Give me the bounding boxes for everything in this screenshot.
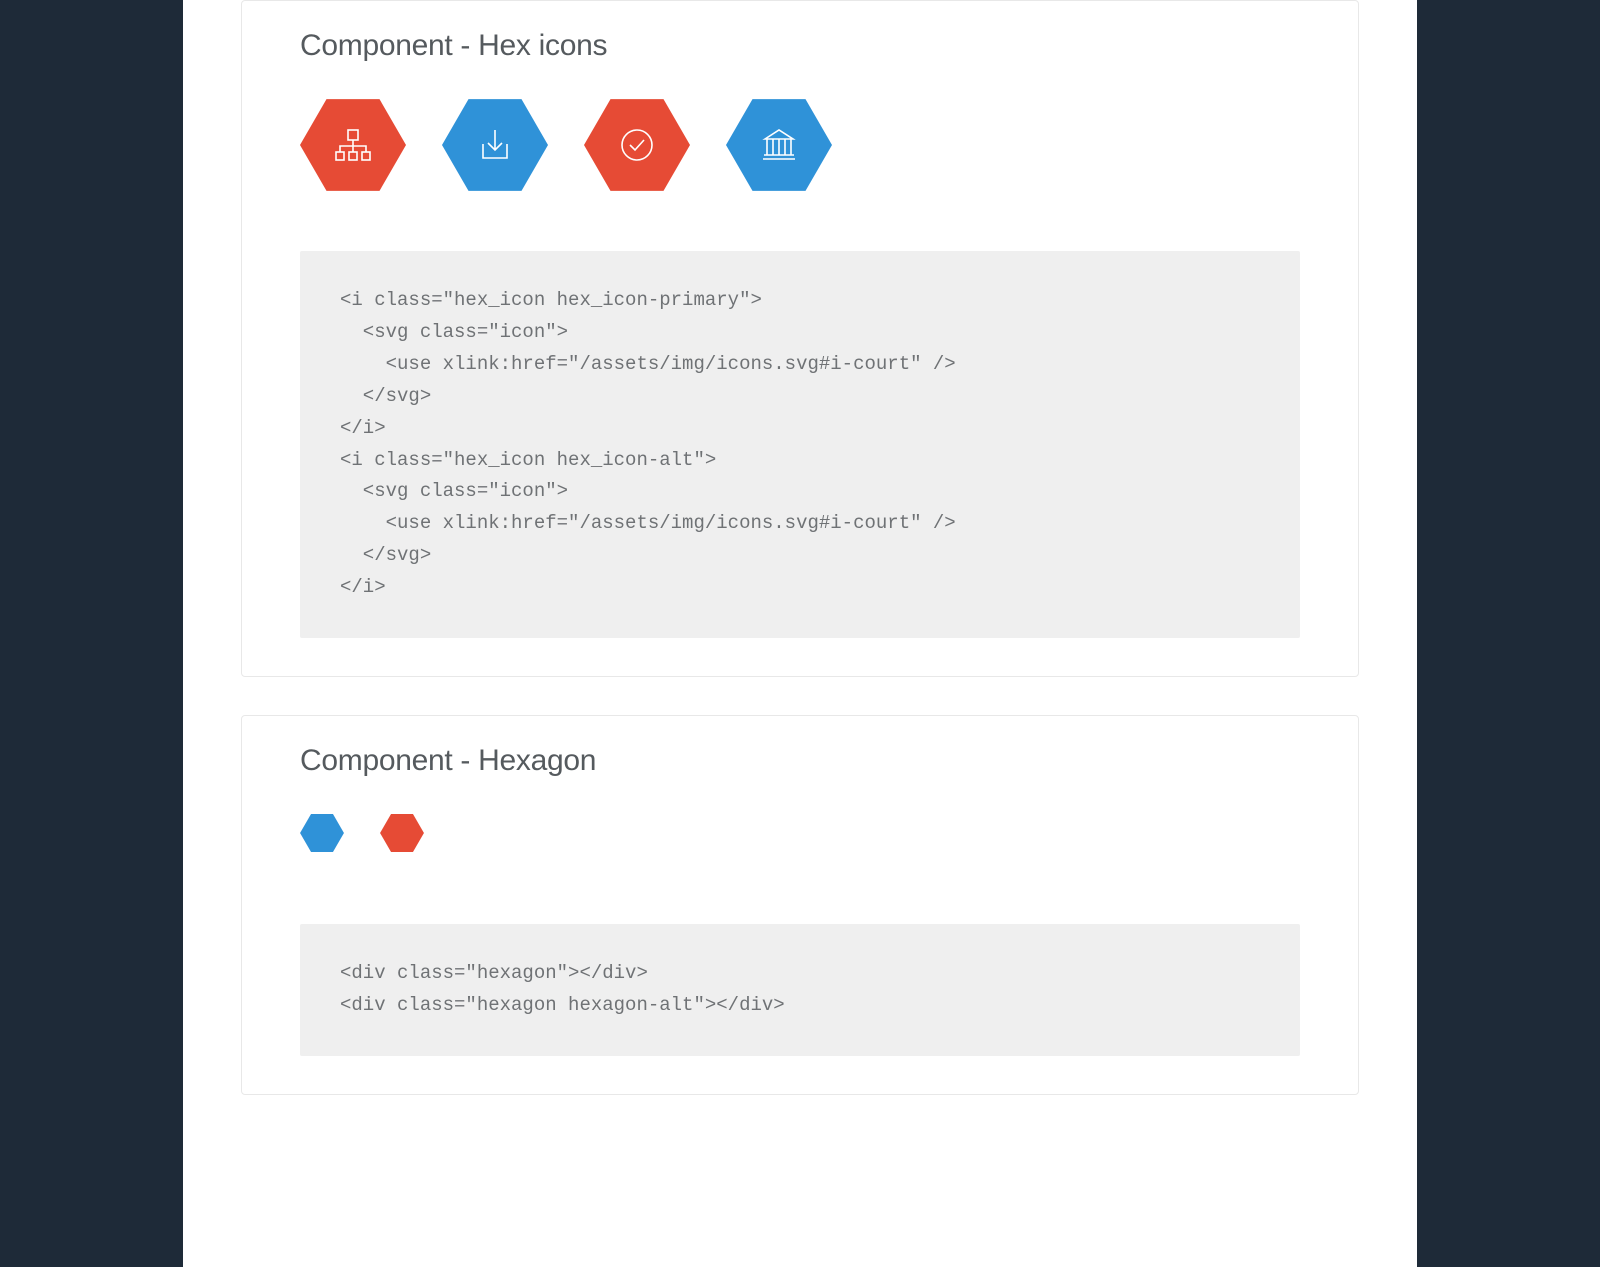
check-circle-icon bbox=[617, 125, 657, 165]
card-title: Component - Hexagon bbox=[300, 744, 1300, 778]
sitemap-icon bbox=[332, 124, 374, 166]
code-example[interactable]: <div class="hexagon"></div> <div class="… bbox=[300, 924, 1300, 1056]
hex-icon-primary-check bbox=[584, 99, 690, 191]
component-card-hex-icons: Component - Hex icons bbox=[241, 0, 1359, 677]
hex-icon-alt-download bbox=[442, 99, 548, 191]
hexagon-primary bbox=[380, 814, 424, 852]
download-icon bbox=[476, 126, 514, 164]
page-container: Component - Hex icons bbox=[183, 0, 1417, 1267]
hex-icon-primary-sitemap bbox=[300, 99, 406, 191]
hex-icon-row bbox=[300, 99, 1300, 191]
component-card-hexagon: Component - Hexagon <div class="hexagon"… bbox=[241, 715, 1359, 1095]
hexagon-row bbox=[300, 814, 1300, 852]
hex-icon-alt-court bbox=[726, 99, 832, 191]
card-title: Component - Hex icons bbox=[300, 29, 1300, 63]
hexagon-alt bbox=[300, 814, 344, 852]
code-example[interactable]: <i class="hex_icon hex_icon-primary"> <s… bbox=[300, 251, 1300, 638]
court-icon bbox=[759, 125, 799, 165]
